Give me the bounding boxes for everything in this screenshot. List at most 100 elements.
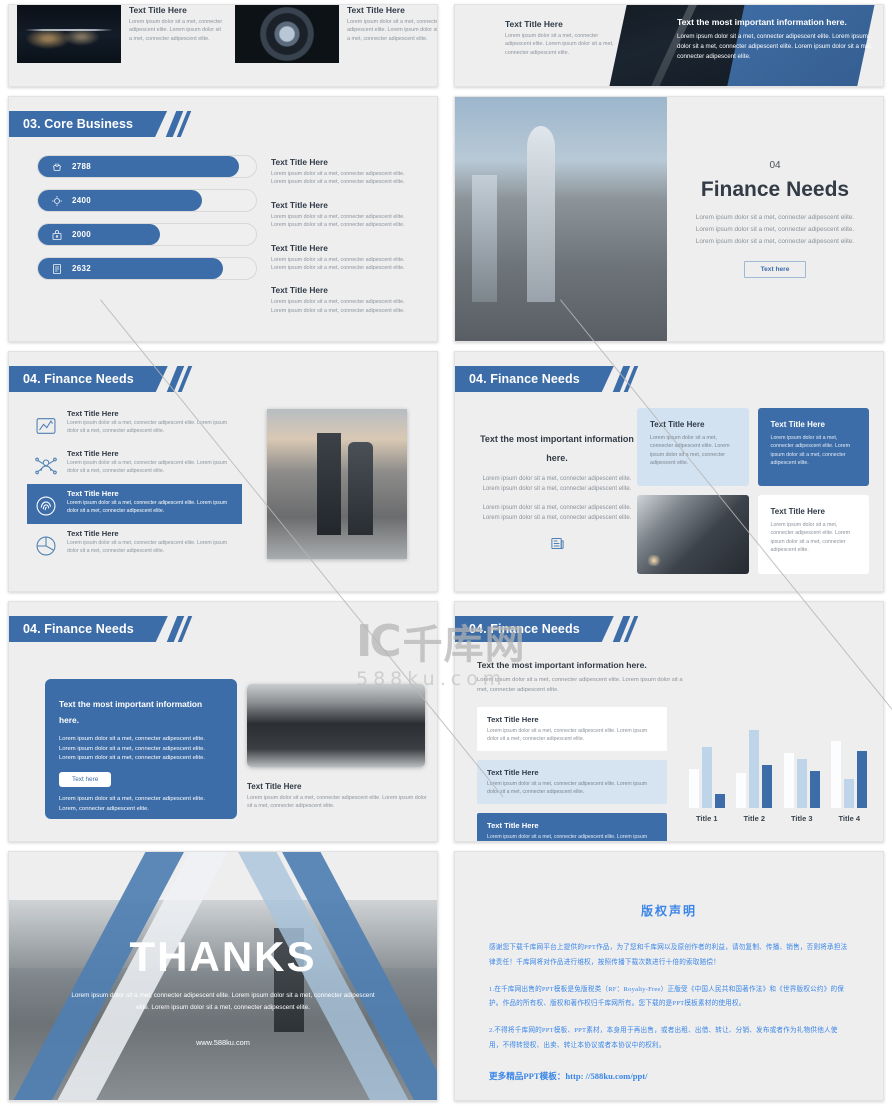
slide-header-title: 04. Finance Needs bbox=[455, 616, 614, 642]
text-col-2: Text Title Here Lorem ipsum dolor sit a … bbox=[347, 5, 437, 63]
slide-list-photo[interactable]: 04. Finance Needs Text Title Here Lorem … bbox=[8, 351, 438, 592]
chart-row-dark[interactable]: Text Title Here Lorem ipsum dolor sit a … bbox=[477, 813, 667, 841]
lock-badge-icon bbox=[52, 229, 62, 240]
copyright-heading: 版权声明 bbox=[640, 904, 697, 918]
shanghai-skyline-photo bbox=[455, 97, 667, 341]
slide-header-title: 04. Finance Needs bbox=[9, 616, 168, 642]
core-business-content: 2788 2400 2000 2632 Text Title Here Lore… bbox=[37, 155, 421, 315]
text-here-button[interactable]: Text here bbox=[743, 261, 807, 279]
slide-cards[interactable]: 04. Finance Needs Text the most importan… bbox=[454, 351, 884, 592]
text-item: Text Title Here Lorem ipsum dolor sit a … bbox=[271, 243, 421, 273]
progress-bar-row[interactable]: 2400 bbox=[37, 189, 257, 212]
cell-cards: 04. Finance Needs Text the most importan… bbox=[446, 347, 892, 597]
feature-body: Lorem ipsum dolor sit a met, connecter a… bbox=[67, 540, 228, 554]
bar-group: Title 1 bbox=[683, 710, 731, 823]
slide-panel[interactable]: 04. Finance Needs Text the most importan… bbox=[8, 601, 438, 842]
document-list-icon bbox=[53, 263, 61, 274]
image-text-block-2: Text Title Here Lorem ipsum dolor sit a … bbox=[235, 5, 437, 63]
card-lightblue[interactable]: Text Title Here Lorem ipsum dolor sit a … bbox=[637, 408, 749, 486]
bar bbox=[736, 772, 747, 808]
card-title: Text Title Here bbox=[650, 420, 705, 429]
text-item: Text Title Here Lorem ipsum dolor sit a … bbox=[271, 200, 421, 230]
copyright-paragraph-2: 1.在千库网出售的PPT模板是免版税类（RF：Royalty-Free）正版受《… bbox=[489, 985, 845, 1008]
image-text-block-1: Text Title Here Lorem ipsum dolor sit a … bbox=[17, 5, 225, 63]
interior-hall-photo bbox=[247, 684, 425, 767]
slide-finance-intro[interactable]: 04 Finance Needs Lorem ipsum dolor sit a… bbox=[454, 96, 884, 342]
progress-fill: 2000 bbox=[38, 224, 161, 245]
diagonal-photo-layout: Text Title Here Lorem ipsum dolor sit a … bbox=[455, 5, 883, 86]
slide-top-right[interactable]: Text Title Here Lorem ipsum dolor sit a … bbox=[454, 4, 884, 87]
cell-list-photo: 04. Finance Needs Text Title Here Lorem … bbox=[0, 347, 446, 597]
feature-text: Text Title Here Lorem ipsum dolor sit a … bbox=[67, 489, 236, 516]
overlay-title: Text the most important information here… bbox=[677, 17, 847, 27]
slide-header-title: 04. Finance Needs bbox=[455, 366, 614, 392]
progress-fill: 2788 bbox=[38, 156, 239, 177]
lead-title: Text the most important information here… bbox=[480, 434, 634, 463]
text-item: Text Title Here Lorem ipsum dolor sit a … bbox=[271, 157, 421, 187]
cell-top-right: Text Title Here Lorem ipsum dolor sit a … bbox=[446, 0, 892, 92]
progress-bar-row[interactable]: 2632 bbox=[37, 257, 257, 280]
feature-text: Text Title Here Lorem ipsum dolor sit a … bbox=[67, 529, 236, 556]
chart-frame-icon bbox=[36, 418, 56, 434]
copyright-paragraph-1: 感谢您下载千库网平台上提供的PPT作品，为了您和千库网以及原创作者的利益，请勿复… bbox=[489, 944, 848, 966]
bar-group-label: Title 3 bbox=[790, 814, 813, 823]
bar-stack bbox=[831, 710, 868, 808]
text-col-1: Text Title Here Lorem ipsum dolor sit a … bbox=[129, 5, 225, 63]
feature-title: Text Title Here bbox=[67, 529, 119, 538]
progress-bar-list: 2788 2400 2000 2632 bbox=[37, 155, 257, 315]
copyright-paragraph-3: 2.不得将千库网的PPT模板、PPT素材，本身用于再出售，或者出租、出借、转让、… bbox=[489, 1027, 838, 1050]
modern-building-photo bbox=[637, 495, 749, 574]
bar bbox=[857, 751, 868, 808]
panel-text-here-button[interactable]: Text here bbox=[59, 772, 112, 788]
card-body: Lorem ipsum dolor sit a met, connecter a… bbox=[770, 435, 851, 467]
progress-bar-row[interactable]: 2788 bbox=[37, 155, 257, 178]
slide-core-business[interactable]: 03. Core Business 2788 2400 2000 2632 Te… bbox=[8, 96, 438, 342]
feature-title: Text Title Here bbox=[67, 409, 119, 418]
slide-chart[interactable]: 04. Finance Needs Text the most importan… bbox=[454, 601, 884, 842]
chart-row-light[interactable]: Text Title Here Lorem ipsum dolor sit a … bbox=[477, 760, 667, 805]
feature-item-3[interactable]: Text Title Here Lorem ipsum dolor sit a … bbox=[27, 484, 242, 524]
fingerprint-icon bbox=[36, 496, 56, 516]
thanks-url: www.588ku.com bbox=[196, 1038, 250, 1048]
core-business-text-list: Text Title Here Lorem ipsum dolor sit a … bbox=[271, 155, 421, 315]
bar bbox=[809, 770, 820, 808]
panel-body: Lorem ipsum dolor sit a met, connecter a… bbox=[59, 735, 206, 762]
bar bbox=[844, 778, 855, 808]
text-item-body: Lorem ipsum dolor sit a met, connecter a… bbox=[271, 256, 405, 271]
progress-value: 2400 bbox=[72, 196, 91, 205]
text-item-title: Text Title Here bbox=[271, 242, 328, 253]
bar bbox=[783, 753, 794, 808]
feature-list: Text Title Here Lorem ipsum dolor sit a … bbox=[27, 404, 242, 564]
caption-title: Text Title Here bbox=[247, 782, 302, 791]
slide-header-banner: 04. Finance Needs bbox=[9, 616, 193, 642]
overlay-body: Lorem ipsum dolor sit a met, connecter a… bbox=[677, 33, 873, 60]
feature-body: Lorem ipsum dolor sit a met, connecter a… bbox=[67, 460, 228, 474]
slide-header-banner: 03. Core Business bbox=[9, 111, 192, 137]
bar-stack bbox=[688, 710, 725, 808]
progress-bar-row[interactable]: 2000 bbox=[37, 223, 257, 246]
lens-aperture-photo bbox=[235, 5, 339, 63]
row-body: Lorem ipsum dolor sit a met, connecter a… bbox=[487, 728, 648, 743]
progress-value: 2788 bbox=[72, 162, 91, 171]
thanks-subtitle: Lorem ipsum dolor sit a met, connecter a… bbox=[71, 992, 375, 1012]
bar-stack bbox=[736, 710, 773, 808]
feature-text: Text Title Here Lorem ipsum dolor sit a … bbox=[67, 449, 236, 476]
card-blue[interactable]: Text Title Here Lorem ipsum dolor sit a … bbox=[757, 408, 869, 486]
item-title: Text Title Here bbox=[129, 5, 187, 15]
slide-deck-grid: Text Title Here Lorem ipsum dolor sit a … bbox=[0, 0, 892, 1106]
slide-top-left[interactable]: Text Title Here Lorem ipsum dolor sit a … bbox=[8, 4, 438, 87]
card-white[interactable]: Text Title Here Lorem ipsum dolor sit a … bbox=[757, 495, 869, 574]
feature-item-4[interactable]: Text Title Here Lorem ipsum dolor sit a … bbox=[27, 524, 242, 564]
chart-lead-title: Text the most important information here… bbox=[477, 660, 647, 670]
slide-thanks[interactable]: THANKS Lorem ipsum dolor sit a met, conn… bbox=[8, 851, 438, 1101]
chart-row-white[interactable]: Text Title Here Lorem ipsum dolor sit a … bbox=[477, 707, 667, 752]
slide-header-title: 03. Core Business bbox=[9, 111, 167, 137]
bar bbox=[796, 759, 807, 808]
copyright-footer-link: 更多精品PPT模板：http: //588ku.com/ppt/ bbox=[489, 1070, 648, 1081]
slide-copyright[interactable]: 版权声明 感谢您下载千库网平台上提供的PPT作品，为了您和千库网以及原创作者的利… bbox=[454, 851, 884, 1101]
feature-item-2[interactable]: Text Title Here Lorem ipsum dolor sit a … bbox=[27, 444, 242, 484]
section-title: Finance Needs bbox=[700, 177, 850, 201]
bar-chart-groups: Title 1 Title 2 Title 3 Title 4 bbox=[683, 678, 873, 823]
feature-item-1[interactable]: Text Title Here Lorem ipsum dolor sit a … bbox=[27, 404, 242, 444]
progress-value: 2632 bbox=[72, 264, 91, 273]
